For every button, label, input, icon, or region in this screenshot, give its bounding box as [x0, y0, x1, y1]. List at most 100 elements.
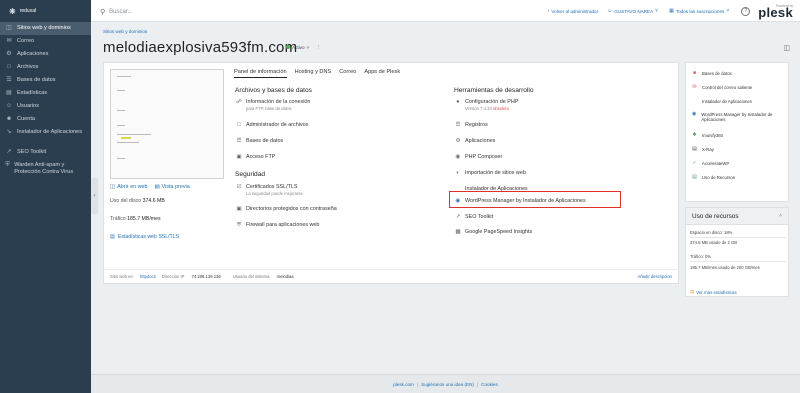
quick-link-databases[interactable]: ■ Bases de datos: [691, 70, 732, 76]
imunify-icon: ❖: [692, 132, 697, 138]
php-version: Versión 7.4.33 obsoleta: [465, 106, 518, 113]
search-input[interactable]: ⚲ Buscar...: [100, 6, 380, 17]
pagespeed-link[interactable]: ▩ Google PageSpeed Insights: [454, 229, 532, 236]
sidebar-item-mail[interactable]: ✉ Correo: [0, 35, 91, 48]
quick-link-wordpress-manager[interactable]: ◉ WordPress Manager by Instalador de Apl…: [691, 111, 788, 122]
composer-icon: ◉: [455, 154, 461, 160]
add-description-link[interactable]: Añadir descripción: [638, 274, 672, 279]
tab-dashboard[interactable]: Panel de información: [234, 69, 287, 78]
web-root: Sitio web en httpdocs: [110, 274, 156, 279]
sidebar-item-users[interactable]: ☺ Usuarios: [0, 100, 91, 113]
page-footer: plesk.com | Sugiéranos una idea (EN) | C…: [91, 374, 800, 393]
footer-link-cookies[interactable]: Cookies: [481, 382, 498, 387]
preview-links: ◫ Abrir en web ▤ Vista previa: [110, 184, 197, 190]
tab-plesk-apps[interactable]: Apps de Plesk: [364, 69, 400, 78]
tab-hosting-dns[interactable]: Hosting y DNS: [295, 69, 332, 78]
open-in-web-label: Abrir en web: [117, 184, 148, 190]
back-admin-link[interactable]: ‹ Volver al administrador: [548, 8, 598, 14]
quick-link-acceleratewp[interactable]: ✓ AccelerateWP: [691, 160, 729, 166]
sidebar-item-files[interactable]: □ Archivos: [0, 61, 91, 74]
quick-link-app-installer[interactable]: Instalador de Aplicaciones: [691, 99, 752, 104]
quick-link-imunify[interactable]: ❖ Imunify360: [691, 132, 723, 138]
logs-icon: ☰: [455, 122, 461, 128]
gear-icon: ⚙: [6, 51, 12, 57]
sidebar-item-websites[interactable]: ◫ Sitios web y dominios: [0, 22, 91, 35]
system-user-label: Usuario del sistema: [232, 274, 270, 279]
footer-link-suggest[interactable]: Sugiéranos una idea (EN): [421, 382, 474, 387]
ssl-certificates-link[interactable]: ☑ Certificados SSL/TLS La seguridad pued…: [235, 184, 302, 197]
database-icon: ■: [692, 70, 697, 76]
files-databases-title: Archivos y bases de datos: [235, 87, 312, 94]
sidebar-item-warden[interactable]: ⛨ Warden Anti-spam y Protección Contra V…: [0, 159, 91, 179]
domain-tabs: Panel de información Hosting y DNS Corre…: [234, 69, 408, 78]
site-import-link[interactable]: ◐ Importación de sitios web: [454, 170, 526, 177]
globe-icon: ◫: [6, 25, 12, 31]
search-icon: ⚲: [100, 8, 106, 16]
quick-link-mail-control[interactable]: ✉ Control del correo saliente: [691, 84, 752, 90]
logo-text: reduxal: [19, 8, 37, 14]
protected-dirs-link[interactable]: ▣ Directorios protegidos con contraseña: [235, 206, 336, 213]
ssl-stats-link[interactable]: ▤ Estadísticas web SSL/TLS: [110, 234, 179, 240]
php-settings-link[interactable]: ● Configuración de PHP Versión 7.4.33 ob…: [454, 99, 518, 112]
php-icon: ●: [456, 99, 460, 105]
sidebar-item-label: Bases de datos: [17, 77, 56, 83]
sidebar-collapse-button[interactable]: ‹: [91, 178, 98, 214]
seo-toolkit-link[interactable]: ↗ SEO Toolkit: [454, 214, 493, 221]
breadcrumb[interactable]: Sitios web y dominios: [103, 29, 147, 34]
logs-link[interactable]: ☰ Registros: [454, 122, 487, 129]
sidebar-item-statistics[interactable]: ▤ Estadísticas: [0, 87, 91, 100]
waf-link[interactable]: ⛨ Firewall para aplicaciones web: [235, 222, 320, 229]
applications-link[interactable]: ⚙ Aplicaciones: [454, 138, 495, 145]
more-icon[interactable]: ⋮: [316, 44, 321, 50]
sidebar-item-label: Warden Anti-spam y Protección Contra Vir…: [14, 162, 74, 175]
sidebar-item-seo-toolkit[interactable]: ↗ SEO Toolkit: [0, 146, 91, 159]
applications-label: Aplicaciones: [465, 138, 496, 144]
user-menu[interactable]: ☺ GUSTAVO NAREA ˅: [607, 8, 660, 14]
traffic-usage-value: 185.7 MB/mes usado de 200 GB/mes: [690, 265, 760, 270]
connection-info-label: Información de la conexión: [246, 99, 311, 105]
collapse-panel-icon[interactable]: ◫: [783, 44, 790, 52]
file-manager-link[interactable]: □ Administrador de archivos: [235, 122, 308, 129]
sidebar-item-account[interactable]: ☻ Cuenta: [0, 113, 91, 126]
help-button[interactable]: ?: [741, 6, 751, 16]
security-title: Seguridad: [235, 171, 266, 178]
web-root-label: Sitio web en: [110, 274, 133, 279]
disk-usage-label: Uso del disco: [110, 198, 142, 204]
databases-link[interactable]: ☰ Bases de datos: [235, 138, 283, 145]
quick-link-label: Uso de Recursos: [702, 175, 735, 180]
stats-icon: ▤: [110, 234, 115, 240]
footer-link-plesk[interactable]: plesk.com: [393, 382, 414, 387]
disk-space-bar: [690, 237, 786, 238]
footer-separator: |: [476, 381, 479, 387]
shield-icon: ⛨: [5, 162, 10, 168]
subscriptions-menu[interactable]: ▦ Todos las suscripciones ˅: [669, 8, 731, 14]
preview-link[interactable]: ▤ Vista previa: [154, 184, 189, 190]
sidebar-item-databases[interactable]: ☰ Bases de datos: [0, 74, 91, 87]
ssl-certificates-label: Certificados SSL/TLS: [246, 184, 298, 190]
open-in-web-link[interactable]: ◫ Abrir en web: [110, 184, 147, 190]
sidebar-item-app-installer[interactable]: ↘ Instalador de Aplicaciones: [0, 126, 91, 146]
tab-mail[interactable]: Correo: [339, 69, 356, 78]
certificate-icon: ☑: [236, 184, 242, 190]
plesk-wordmark: plesk: [758, 5, 793, 20]
ftp-access-link[interactable]: ▣ Acceso FTP: [235, 154, 275, 161]
databases-label: Bases de datos: [246, 138, 284, 144]
site-preview-thumbnail[interactable]: [110, 69, 224, 179]
ip-value: 74.208.139.136: [191, 274, 221, 279]
main-content: Sitios web y dominios melodiaexplosiva59…: [98, 22, 800, 374]
more-stats-link[interactable]: ▤ Ver más estadísticas: [690, 289, 737, 295]
web-root-link[interactable]: httpdocs: [140, 274, 156, 279]
resource-usage-header[interactable]: Uso de recursos ˄: [686, 208, 788, 225]
database-icon: ☰: [6, 77, 12, 83]
logo[interactable]: ❋ reduxal: [0, 0, 91, 22]
quick-link-xray[interactable]: ▤ X-Ray: [691, 146, 714, 152]
php-composer-link[interactable]: ◉ PHP Composer: [454, 154, 503, 161]
status-badge[interactable]: Activo ˅ ⋮: [286, 44, 321, 50]
waf-label: Firewall para aplicaciones web: [246, 222, 320, 228]
quick-link-resource-usage[interactable]: ▤ Uso de Recursos: [691, 174, 735, 180]
dev-tools-title: Herramientas de desarrollo: [454, 87, 534, 94]
php-obsolete-warning: obsoleta: [492, 105, 509, 111]
ip-address: Dirección IP 74.208.139.136: [162, 274, 227, 279]
sidebar-item-applications[interactable]: ⚙ Aplicaciones: [0, 48, 91, 61]
connection-info-link[interactable]: ☍ Información de la conexión para FTP, b…: [235, 99, 310, 112]
